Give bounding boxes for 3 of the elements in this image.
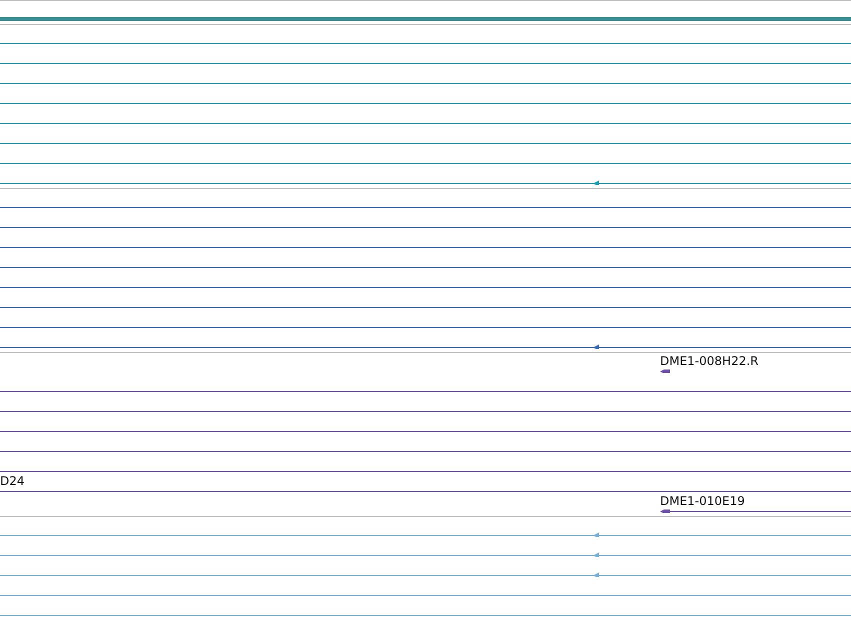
feature-label: DME1-008H22.R — [660, 354, 758, 368]
feature-label: DME1-010E19 — [660, 494, 745, 508]
feature-label: D24 — [0, 474, 25, 488]
